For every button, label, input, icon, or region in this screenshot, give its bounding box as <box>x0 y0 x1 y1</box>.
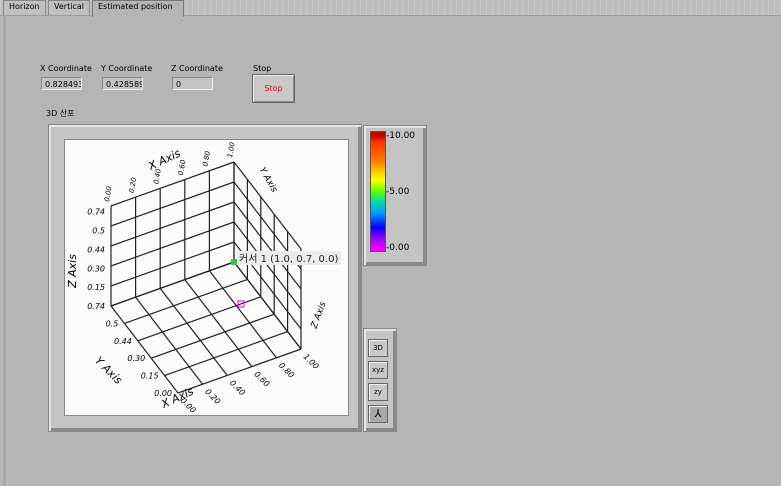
y-coordinate-label: Y Coordinate <box>101 64 153 73</box>
y-coordinate-field[interactable]: 0.428589 <box>102 77 143 90</box>
rotate-icon[interactable]: 3D <box>368 339 388 357</box>
zoom-icon[interactable]: zy <box>368 383 388 401</box>
colorbar-tick: -5.00 <box>386 187 410 197</box>
floor-grid-line <box>150 313 275 359</box>
x-tick-label: 0.80 <box>277 361 296 380</box>
x-tick-label: 0.40 <box>228 378 247 397</box>
x-tick-label: 1.00 <box>226 141 237 158</box>
z-tick-label: 0.30 <box>87 264 105 273</box>
z-axis-label-side: Z Axis <box>309 300 328 331</box>
x-tick-label: 0.20 <box>203 387 222 406</box>
graph-title: 3D 산포 <box>46 109 75 118</box>
y-tick-label: 0.5 <box>106 319 119 328</box>
colorbar <box>370 131 386 252</box>
tab-horizon[interactable]: Horizon <box>3 0 46 15</box>
z-coordinate-label: Z Coordinate <box>171 64 223 73</box>
cursor-label: 커서 1 (1.0, 0.7, 0.0) <box>239 253 338 265</box>
floor-grid-line <box>137 296 262 342</box>
y-tick-label: 0.74 <box>87 302 105 311</box>
pan-icon[interactable]: xyz <box>368 361 388 379</box>
z-tick-label: 0.15 <box>87 283 105 292</box>
wall-grid-line <box>110 201 235 247</box>
x-tick-label: 0.20 <box>128 176 139 193</box>
x-coordinate-field[interactable]: 0.828493 <box>41 77 82 90</box>
cursor-marker[interactable] <box>231 259 237 265</box>
tab-vertical[interactable]: Vertical <box>48 0 90 15</box>
floor-grid-line <box>124 278 248 324</box>
y-axis-label: Y Axis <box>92 354 125 387</box>
stop-button[interactable]: Stop <box>252 74 295 103</box>
z-coordinate-field[interactable]: 0 <box>172 77 213 90</box>
3d-scatter-plot[interactable]: 0.00 0.00 0.20 0.20 0.40 0.40 0.60 0.60 0.80 0.80… <box>64 139 349 416</box>
floor-grid-line <box>164 331 288 377</box>
plot-svg: 0.000.000.200.200.400.400.600.600.800.80… <box>66 141 341 415</box>
z-tick-label: 0.74 <box>87 208 105 217</box>
y-tick-label: 0.30 <box>127 354 145 363</box>
z-tick-label: 0.44 <box>87 245 105 254</box>
y-tick-label: 0.15 <box>141 372 159 381</box>
tab-estimated-position[interactable]: Estimated position <box>92 0 184 17</box>
z-tick-label: 0.5 <box>92 227 105 236</box>
z-axis-label: Z Axis <box>66 254 79 289</box>
y-tick-label: 0.44 <box>114 337 132 346</box>
wall-grid-line <box>110 221 235 267</box>
x-tick-label: 0.60 <box>252 370 271 389</box>
x-coordinate-label: X Coordinate <box>40 64 92 73</box>
colorbar-tick: -0.00 <box>386 243 410 253</box>
y-axis-label-side: Y Axis <box>257 166 279 195</box>
axes-icon[interactable]: ⅄ <box>368 405 388 423</box>
colorbar-tick: -10.00 <box>386 131 416 141</box>
x-tick-label: 0.60 <box>177 159 188 176</box>
x-tick-label: 0.80 <box>201 150 212 167</box>
x-tick-label: 0.00 <box>103 185 114 202</box>
x-tick-label: 1.00 <box>302 352 321 371</box>
floor-grid-line <box>159 288 228 376</box>
floor-grid-line <box>184 279 253 367</box>
stop-label: Stop <box>253 64 272 73</box>
wall-grid-line <box>110 261 235 307</box>
